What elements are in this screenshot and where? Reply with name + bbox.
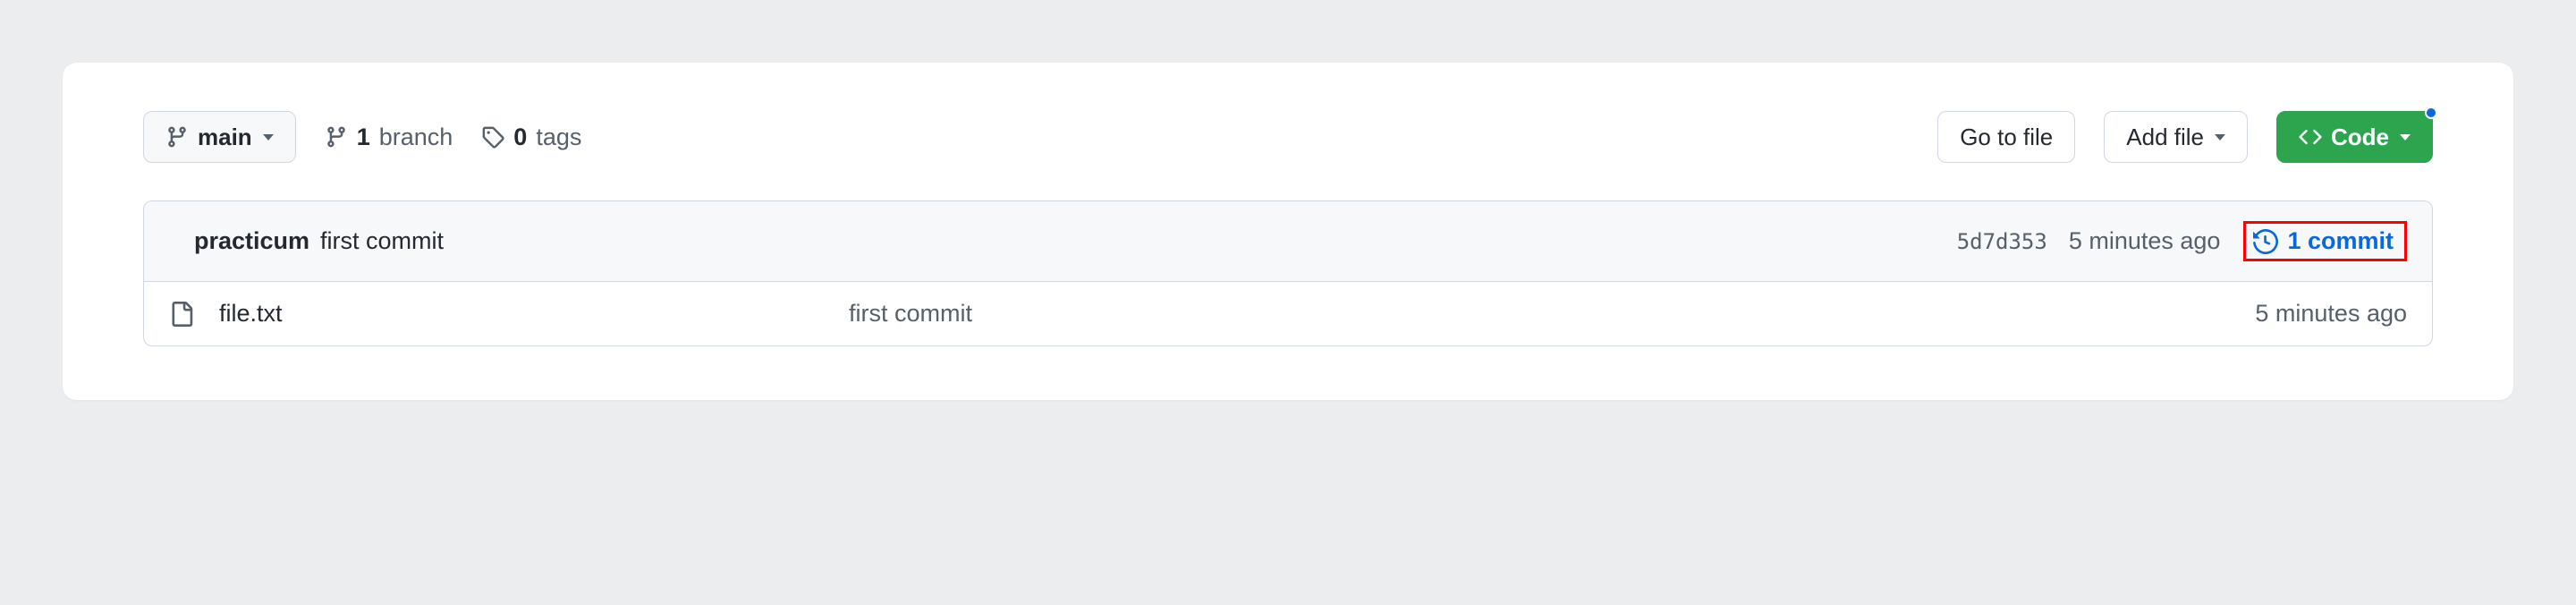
commit-history-label: 1 commit <box>2287 227 2394 255</box>
commit-sha[interactable]: 5d7d353 <box>1957 229 2047 254</box>
commit-time: 5 minutes ago <box>2069 227 2221 255</box>
commit-history-link[interactable]: 1 commit <box>2243 221 2407 261</box>
add-file-label: Add file <box>2126 124 2204 151</box>
file-commit-message[interactable]: first commit <box>849 300 2255 328</box>
tag-icon <box>481 125 504 149</box>
tag-count: 0 <box>513 124 527 151</box>
file-time: 5 minutes ago <box>2255 300 2407 328</box>
tags-link[interactable]: 0 tags <box>481 124 581 151</box>
latest-commit-bar: practicum first commit 5d7d353 5 minutes… <box>144 201 2432 282</box>
git-branch-icon <box>165 125 189 149</box>
file-listing: practicum first commit 5d7d353 5 minutes… <box>143 200 2433 346</box>
code-button[interactable]: Code <box>2276 111 2433 163</box>
add-file-button[interactable]: Add file <box>2104 111 2248 163</box>
go-to-file-button[interactable]: Go to file <box>1937 111 2075 163</box>
git-branch-icon <box>325 125 348 149</box>
notification-dot-icon <box>2425 107 2437 119</box>
branch-label: branch <box>379 124 453 151</box>
caret-down-icon <box>2215 134 2225 141</box>
branch-name: main <box>198 124 252 151</box>
caret-down-icon <box>263 134 274 141</box>
file-icon <box>169 302 194 327</box>
caret-down-icon <box>2400 134 2411 141</box>
go-to-file-label: Go to file <box>1960 124 2053 151</box>
branches-link[interactable]: 1 branch <box>325 124 453 151</box>
commit-author[interactable]: practicum <box>194 227 309 255</box>
commit-message[interactable]: first commit <box>320 227 444 255</box>
repo-toolbar: main 1 branch 0 tags Go to file Add file… <box>143 111 2433 163</box>
branch-count: 1 <box>357 124 370 151</box>
history-icon <box>2253 229 2278 254</box>
code-icon <box>2299 125 2322 149</box>
repo-card: main 1 branch 0 tags Go to file Add file… <box>63 63 2513 400</box>
tag-label: tags <box>536 124 581 151</box>
file-name: file.txt <box>219 300 283 328</box>
branch-select-button[interactable]: main <box>143 111 296 163</box>
file-row[interactable]: file.txt first commit 5 minutes ago <box>144 282 2432 345</box>
code-label: Code <box>2331 124 2389 151</box>
